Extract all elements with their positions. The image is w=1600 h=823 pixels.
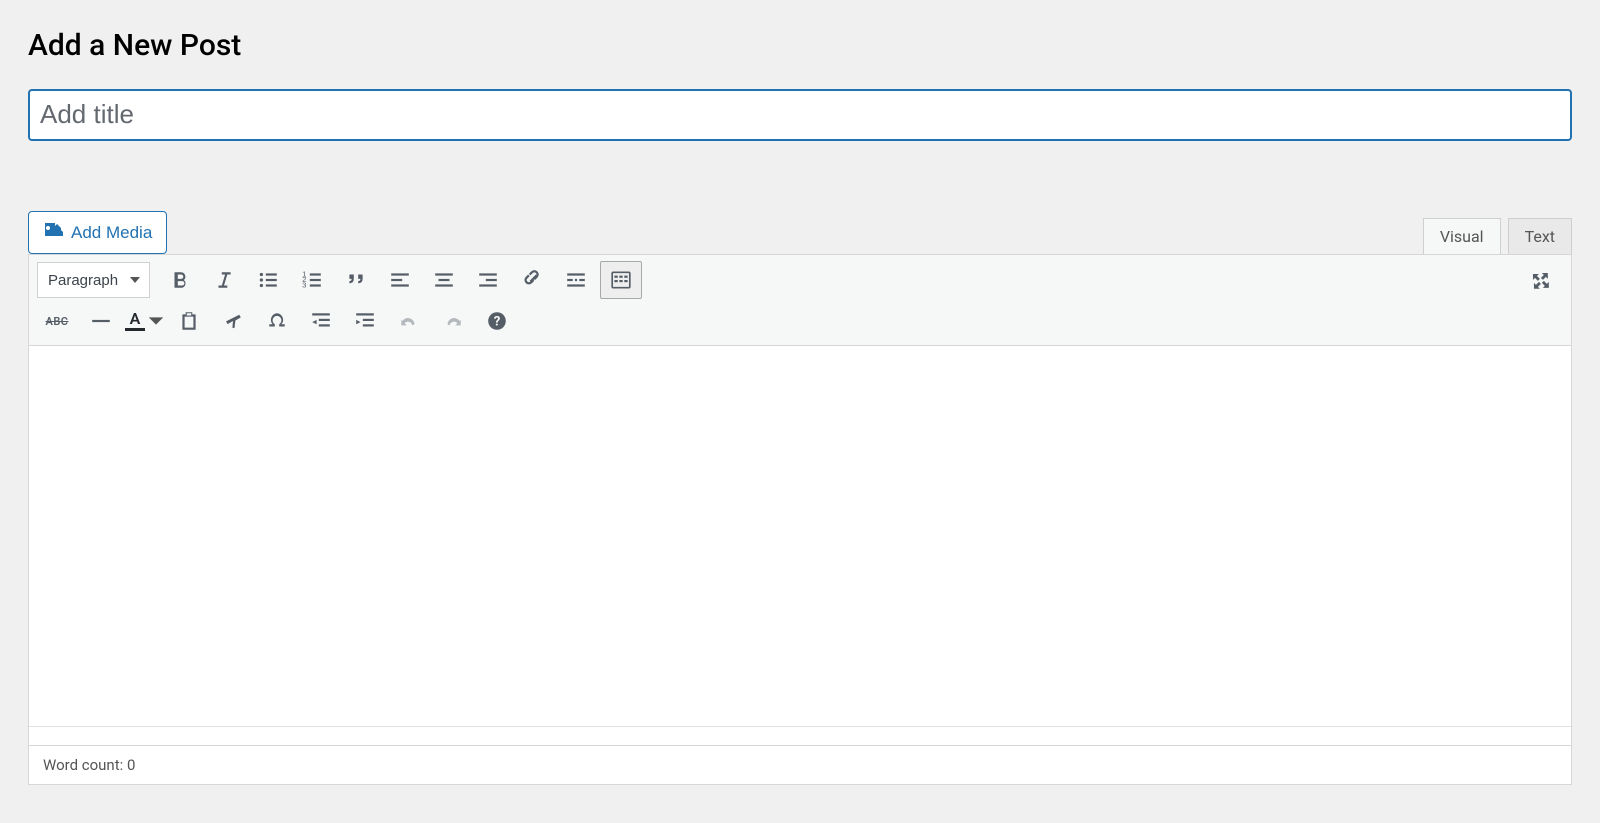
help-icon xyxy=(486,310,508,332)
outdent-button[interactable] xyxy=(301,303,341,339)
format-select[interactable]: Paragraph xyxy=(37,262,150,298)
word-count-label: Word count: xyxy=(43,756,127,774)
omega-icon xyxy=(266,310,288,332)
strikethrough-button[interactable]: ABC xyxy=(37,303,77,339)
editor-container: Paragraph ABC A xyxy=(28,254,1572,785)
text-color-icon: A xyxy=(125,311,145,331)
italic-button[interactable] xyxy=(204,262,244,298)
fullscreen-button[interactable] xyxy=(1521,263,1561,299)
align-left-button[interactable] xyxy=(380,262,420,298)
align-right-button[interactable] xyxy=(468,262,508,298)
status-bar: Word count: 0 xyxy=(29,745,1571,784)
link-icon xyxy=(521,269,543,291)
paste-text-button[interactable] xyxy=(169,303,209,339)
redo-button[interactable] xyxy=(433,303,473,339)
keyboard-icon xyxy=(610,269,632,291)
indent-icon xyxy=(354,310,376,332)
bold-button[interactable] xyxy=(160,262,200,298)
fullscreen-icon xyxy=(1530,270,1552,292)
text-color-button[interactable]: A xyxy=(125,303,165,339)
toolbar-row-1: Paragraph xyxy=(37,261,1563,299)
read-more-icon xyxy=(565,269,587,291)
tab-visual[interactable]: Visual xyxy=(1423,218,1501,254)
outdent-icon xyxy=(310,310,332,332)
blockquote-icon xyxy=(345,269,367,291)
clear-formatting-button[interactable] xyxy=(213,303,253,339)
eraser-icon xyxy=(222,310,244,332)
link-button[interactable] xyxy=(512,262,552,298)
tab-text[interactable]: Text xyxy=(1508,218,1572,254)
post-title-input[interactable] xyxy=(28,89,1572,141)
chevron-down-icon xyxy=(147,310,165,332)
bullet-list-icon xyxy=(257,269,279,291)
number-list-button[interactable] xyxy=(292,262,332,298)
horizontal-rule-icon xyxy=(90,310,112,332)
camera-music-icon xyxy=(43,220,63,245)
align-right-icon xyxy=(477,269,499,291)
blockquote-button[interactable] xyxy=(336,262,376,298)
align-center-button[interactable] xyxy=(424,262,464,298)
redo-icon xyxy=(442,310,464,332)
read-more-button[interactable] xyxy=(556,262,596,298)
align-center-icon xyxy=(433,269,455,291)
clipboard-icon xyxy=(178,310,200,332)
editor-mode-tabs: Visual Text xyxy=(1423,218,1572,254)
italic-icon xyxy=(213,269,235,291)
bullet-list-button[interactable] xyxy=(248,262,288,298)
toolbar-row-2: ABC A xyxy=(37,303,1563,339)
toolbar-toggle-button[interactable] xyxy=(600,261,642,299)
word-count-value: 0 xyxy=(127,756,135,774)
undo-button[interactable] xyxy=(389,303,429,339)
bold-icon xyxy=(169,269,191,291)
add-media-label: Add Media xyxy=(71,223,152,243)
align-left-icon xyxy=(389,269,411,291)
editor-toolbar: Paragraph ABC A xyxy=(29,255,1571,346)
help-button[interactable] xyxy=(477,303,517,339)
special-character-button[interactable] xyxy=(257,303,297,339)
horizontal-rule-button[interactable] xyxy=(81,303,121,339)
number-list-icon xyxy=(301,269,323,291)
indent-button[interactable] xyxy=(345,303,385,339)
content-editor[interactable] xyxy=(29,346,1571,726)
resize-handle[interactable] xyxy=(29,726,1571,745)
undo-icon xyxy=(398,310,420,332)
page-title: Add a New Post xyxy=(28,28,1572,63)
strikethrough-icon: ABC xyxy=(45,315,68,328)
add-media-button[interactable]: Add Media xyxy=(28,211,167,254)
